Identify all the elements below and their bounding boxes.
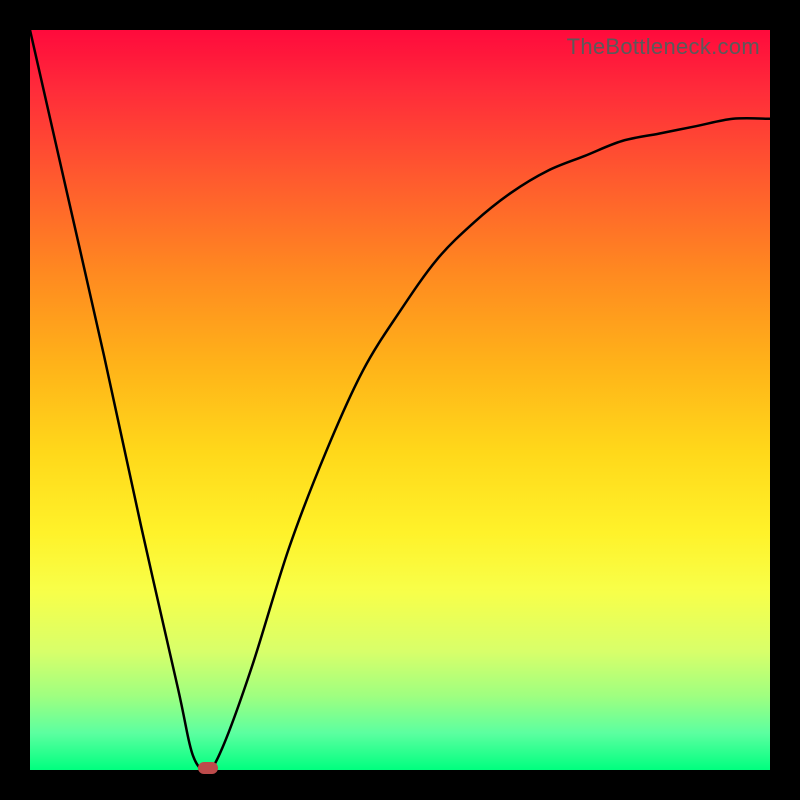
chart-frame: TheBottleneck.com	[0, 0, 800, 800]
bottleneck-curve	[30, 30, 770, 770]
optimal-point-marker	[198, 762, 218, 774]
plot-area: TheBottleneck.com	[30, 30, 770, 770]
